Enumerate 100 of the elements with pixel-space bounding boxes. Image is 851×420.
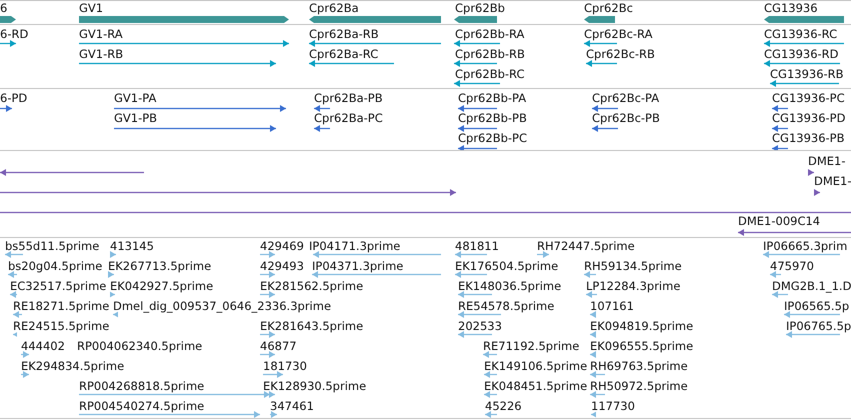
est-arrow[interactable] [260,270,275,278]
protein-label: 6-PD [0,91,28,105]
est-arrow[interactable] [763,250,840,258]
protein-arrow[interactable] [458,124,497,132]
est-arrow[interactable] [591,410,596,418]
est-arrow[interactable] [483,350,497,358]
est-arrow[interactable] [590,310,596,318]
gene-label: Cpr62Ba [309,1,359,15]
est-arrow[interactable] [584,270,596,278]
est-label: 46877 [260,339,297,353]
protein-label: CG13936-PD [772,111,846,125]
est-label: IP06665.3prim [763,239,848,253]
transcript-arrow[interactable] [79,60,276,66]
est-arrow[interactable] [458,310,501,318]
est-arrow[interactable] [485,410,497,418]
est-arrow[interactable] [10,290,17,298]
clone-arrow[interactable] [0,188,456,196]
transcript-arrow[interactable] [309,40,441,46]
est-arrow[interactable] [590,390,605,398]
clone-arrow[interactable] [738,228,851,236]
est-arrow[interactable] [260,250,275,258]
est-arrow[interactable] [79,390,275,398]
est-arrow[interactable] [590,330,596,338]
gene-bar[interactable] [309,16,441,22]
est-label: RP004062340.5prime [77,339,202,353]
est-arrow[interactable] [263,370,283,378]
protein-arrow[interactable] [772,104,788,112]
gene-bar[interactable] [764,16,844,22]
transcript-arrow[interactable] [764,60,840,66]
transcript-arrow[interactable] [454,60,497,66]
gene-bar[interactable] [584,16,615,22]
protein-arrow[interactable] [592,124,618,132]
protein-arrow[interactable] [314,124,330,132]
protein-arrow[interactable] [772,144,788,150]
est-arrow[interactable] [260,290,275,298]
est-arrow[interactable] [108,270,114,278]
protein-arrow[interactable] [458,144,497,150]
est-arrow[interactable] [586,290,597,298]
est-arrow[interactable] [270,410,277,418]
est-arrow[interactable] [484,370,497,378]
protein-arrow[interactable] [592,104,618,112]
est-label: RH59134.5prime [584,259,682,273]
est-arrow[interactable] [8,270,17,278]
est-arrow[interactable] [458,330,492,338]
est-label: EK148036.5prime [458,279,562,293]
protein-arrow[interactable] [114,104,286,112]
est-arrow[interactable] [455,270,487,278]
est-arrow[interactable] [260,330,275,338]
transcript-arrow[interactable] [770,80,839,86]
transcript-arrow[interactable] [79,40,289,46]
est-arrow[interactable] [313,250,441,258]
est-arrow[interactable] [786,330,840,338]
est-arrow[interactable] [537,250,549,258]
transcript-arrow[interactable] [764,40,844,46]
est-arrow[interactable] [13,330,17,338]
est-arrow[interactable] [590,370,605,378]
est-arrow[interactable] [21,350,29,358]
gene-bar[interactable] [79,16,289,22]
est-arrow[interactable] [484,390,497,398]
est-arrow[interactable] [13,310,22,318]
transcript-label: GV1-RA [79,27,123,41]
est-arrow[interactable] [5,250,23,258]
est-label: IP06765.5p [786,319,851,333]
protein-arrow[interactable] [458,104,497,112]
est-arrow[interactable] [455,250,487,258]
est-label: bs55d11.5prime [5,239,100,253]
est-label: 429493 [260,259,304,273]
transcript-arrow[interactable] [584,40,617,46]
transcript-arrow[interactable] [454,40,500,46]
est-arrow[interactable] [110,290,115,298]
clone-arrow[interactable] [808,168,814,176]
protein-arrow[interactable] [0,104,12,112]
transcript-arrow[interactable] [0,40,16,46]
transcript-arrow[interactable] [586,60,617,66]
gene-bar[interactable] [454,16,497,22]
est-arrow[interactable] [260,350,275,358]
protein-arrow[interactable] [314,104,330,112]
transcript-label: Cpr62Bc-RB [586,47,655,61]
est-label: EK267713.5prime [108,259,212,273]
est-arrow[interactable] [590,350,596,358]
clone-arrow[interactable] [0,168,144,176]
transcript-arrow[interactable] [454,80,500,86]
est-arrow[interactable] [263,390,270,398]
est-arrow[interactable] [784,310,840,318]
est-arrow[interactable] [770,270,781,278]
protein-label: CG13936-PB [772,131,844,145]
transcript-arrow[interactable] [309,60,394,66]
est-arrow[interactable] [312,270,441,278]
est-label: RE54578.5prime [458,299,554,313]
clone-arrow[interactable] [814,188,820,196]
protein-arrow[interactable] [772,124,788,132]
est-arrow[interactable] [21,370,29,378]
gene-bar[interactable] [0,16,16,22]
est-arrow[interactable] [79,410,260,418]
est-label: DMG2B.1_1.D [772,279,851,293]
protein-arrow[interactable] [114,124,276,132]
est-arrow[interactable] [110,250,116,258]
est-arrow[interactable] [458,290,492,298]
gene-label: Cpr62Bc [584,1,633,15]
est-label: RE24515.5prime [13,319,110,333]
